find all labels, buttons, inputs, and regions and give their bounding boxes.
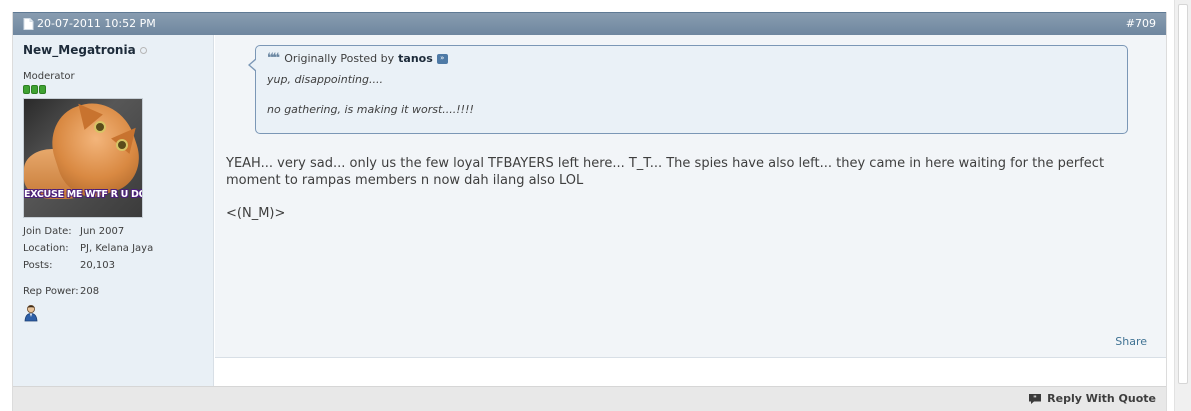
- reputation-bar: [23, 85, 203, 94]
- quote-header: ❝❝ Originally Posted by tanos »: [267, 52, 1116, 65]
- svg-text:": ": [1033, 394, 1037, 402]
- content-footer-area: [215, 358, 1166, 386]
- user-info-panel: New_Megatronia Moderator EXCUSE ME WTF R…: [13, 35, 214, 386]
- reply-with-quote-label: Reply With Quote: [1047, 392, 1156, 405]
- quote-prefix: Originally Posted by: [284, 52, 395, 65]
- stat-join-date: Join Date: Jun 2007: [23, 223, 203, 240]
- quote-line: yup, disappointing....: [267, 73, 383, 86]
- quote-marks-icon: ❝❝: [267, 51, 280, 66]
- offline-status-icon: [139, 46, 147, 54]
- page-scrollbar[interactable]: [1174, 0, 1191, 411]
- quote-block: ❝❝ Originally Posted by tanos » yup, dis…: [248, 45, 1128, 134]
- reputation-pip-icon: [39, 85, 46, 94]
- username-link[interactable]: New_Megatronia: [23, 43, 136, 57]
- stat-value: 208: [80, 286, 100, 297]
- avatar-cat-eye: [94, 121, 106, 133]
- post-header: 20-07-2011 10:52 PM #709: [13, 12, 1166, 35]
- stat-label: Rep Power:: [23, 286, 79, 297]
- stat-posts: Posts: 20,103: [23, 257, 203, 274]
- stat-location: Location: PJ, Kelana Jaya: [23, 240, 203, 257]
- stat-label: Location:: [23, 243, 69, 254]
- post-content: ❝❝ Originally Posted by tanos » yup, dis…: [215, 35, 1166, 386]
- reply-with-quote-button[interactable]: " Reply With Quote: [1028, 392, 1156, 405]
- stat-label: Join Date:: [23, 226, 72, 237]
- view-post-icon[interactable]: »: [436, 53, 448, 64]
- avatar-cat-eye: [116, 139, 128, 151]
- stat-value: Jun 2007: [80, 226, 125, 237]
- post-number-link[interactable]: #709: [1126, 17, 1156, 30]
- post-signature: <(N_M)>: [226, 206, 286, 221]
- stat-label: Posts:: [23, 260, 53, 271]
- stat-rep-power: Rep Power: 208: [23, 283, 203, 300]
- stat-value: 20,103: [80, 260, 115, 271]
- avatar-caption: EXCUSE ME WTF R U DOIN: [24, 189, 142, 200]
- quote-author: tanos: [398, 52, 433, 65]
- reputation-pip-icon: [31, 85, 38, 94]
- username-row: New_Megatronia: [23, 43, 203, 57]
- user-avatar[interactable]: EXCUSE ME WTF R U DOIN: [23, 98, 143, 218]
- forum-post: 20-07-2011 10:52 PM #709 New_Megatronia …: [12, 12, 1167, 411]
- user-profile-icon[interactable]: [23, 304, 39, 322]
- post-date-text: 20-07-2011 10:52 PM: [37, 17, 156, 30]
- quote-line: no gathering, is making it worst....!!!!: [267, 103, 474, 116]
- post-footer: " Reply With Quote: [13, 386, 1166, 411]
- stat-value: PJ, Kelana Jaya: [80, 243, 154, 254]
- post-body: New_Megatronia Moderator EXCUSE ME WTF R…: [13, 35, 1166, 386]
- reply-quote-icon: ": [1029, 393, 1042, 404]
- share-link[interactable]: Share: [1115, 335, 1147, 348]
- post-message: YEAH... very sad... only us the few loya…: [226, 156, 1105, 188]
- post-date: 20-07-2011 10:52 PM: [23, 17, 156, 30]
- scrollbar-thumb[interactable]: [1178, 4, 1188, 384]
- reputation-pip-icon: [23, 85, 30, 94]
- post-document-icon: [23, 17, 34, 30]
- user-title: Moderator: [23, 71, 75, 82]
- user-stats: Join Date: Jun 2007 Location: PJ, Kelana…: [23, 223, 203, 300]
